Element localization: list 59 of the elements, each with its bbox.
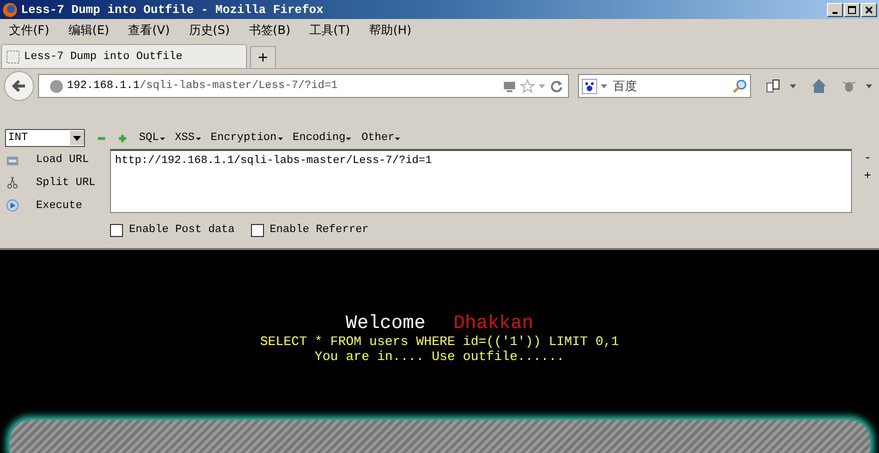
message-text: You are in.... Use outfile...... (314, 349, 564, 364)
home-icon[interactable] (811, 78, 827, 94)
user-name: Dhakkan (454, 312, 534, 334)
new-tab-button[interactable]: + (250, 46, 276, 68)
dropdown-arrow-icon[interactable] (600, 82, 608, 90)
action-button[interactable]: Load URL (28, 154, 89, 166)
menu-item[interactable]: 文件(F) (4, 22, 54, 39)
type-select[interactable]: INT (5, 129, 85, 147)
browser-tab[interactable]: Less-7 Dump into Outfile (1, 44, 247, 68)
hackbar-menu[interactable]: Encryption (210, 132, 283, 144)
blank-page-icon (6, 50, 20, 64)
menu-item[interactable]: 工具(T) (304, 22, 356, 39)
dropdown-arrow-icon (160, 136, 165, 140)
menu-item[interactable]: 书签(B) (244, 22, 296, 39)
option-label[interactable]: Enable Referrer (270, 224, 369, 236)
dropdown-arrow-icon (395, 136, 400, 140)
action-button[interactable]: Execute (28, 200, 82, 212)
hackbar-menu[interactable]: SQL (139, 132, 165, 144)
url-text-area[interactable]: http://192.168.1.1/sqli-labs-master/Less-7/?id=1 (110, 149, 852, 213)
maximize-button[interactable] (844, 2, 860, 16)
close-icon (864, 4, 874, 14)
paw-icon (582, 78, 597, 94)
dropdown-arrow-icon[interactable] (865, 82, 873, 90)
search-bar[interactable]: 百度 (578, 74, 751, 98)
shrink-button[interactable]: - (864, 151, 872, 165)
hackbar-menu[interactable]: Encoding (292, 132, 352, 144)
menu-item[interactable]: 历史(S) (184, 22, 235, 39)
star-icon[interactable] (520, 78, 535, 94)
menu-item[interactable]: 查看(V) (123, 22, 175, 39)
action-button[interactable]: Split URL (28, 176, 96, 189)
grow-button[interactable]: + (864, 169, 872, 183)
hackbar-menu[interactable]: XSS (174, 132, 201, 144)
window-title: Less-7 Dump into Outfile - Mozilla Firefox (21, 2, 324, 16)
play-icon (5, 198, 20, 214)
search-icon[interactable] (732, 78, 747, 94)
page-icon[interactable] (765, 78, 781, 94)
dropdown-arrow-icon (346, 136, 352, 140)
reload-icon[interactable] (549, 78, 564, 94)
menu-item[interactable]: 帮助(H) (364, 22, 416, 39)
address-bar[interactable]: 192.168.1.1/sqli-labs-master/Less-7/?id=1 (38, 74, 569, 98)
minimize-button[interactable] (827, 2, 843, 16)
globe-icon (2, 2, 18, 18)
dropdown-arrow-icon[interactable] (538, 82, 546, 90)
welcome-text: Welcome (346, 312, 426, 334)
option-label[interactable]: Enable Post data (129, 224, 235, 236)
minimize-icon (832, 12, 838, 14)
hackbar-menu[interactable]: Other (361, 132, 400, 144)
close-button[interactable] (861, 2, 877, 16)
scissors-icon (5, 175, 20, 190)
dropdown-arrow-icon (278, 136, 283, 140)
globe-icon (49, 78, 64, 94)
dropdown-arrow-icon (196, 136, 201, 140)
dropdown-arrow-icon[interactable] (789, 82, 797, 90)
query-text: SELECT * FROM users WHERE id=(('1')) LIMIT 0,1 (260, 334, 619, 349)
menu-item[interactable]: 编辑(E) (63, 22, 114, 39)
maximize-icon (847, 4, 857, 14)
back-button[interactable] (4, 71, 34, 101)
checkbox[interactable] (250, 224, 264, 236)
checkbox[interactable] (110, 224, 123, 236)
